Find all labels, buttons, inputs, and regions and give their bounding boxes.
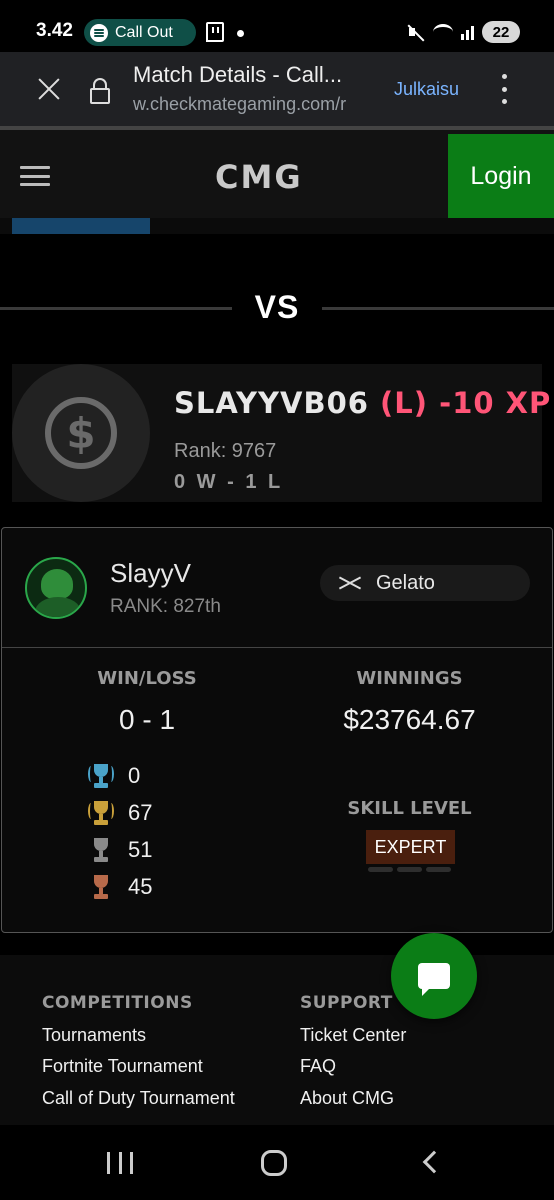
media-pill[interactable]: Call Out [84,19,196,46]
lock-icon[interactable] [89,78,111,104]
footer-link-cod[interactable]: Call of Duty Tournament [42,1088,235,1109]
login-button[interactable]: Login [448,134,554,218]
footer-link-fortnite[interactable]: Fortnite Tournament [42,1056,203,1077]
footer-link-faq[interactable]: FAQ [300,1056,336,1077]
skill-level-bars [368,867,451,872]
chat-icon [418,963,450,996]
opponent-name[interactable]: SLAYYVB06 [174,386,369,420]
recent-apps-icon[interactable] [107,1152,133,1174]
cmg-logo[interactable]: CMG [215,158,303,196]
tab-strip [0,218,554,234]
trophy-row-bronze: 45 [88,873,152,901]
close-icon[interactable] [36,76,62,102]
back-icon[interactable] [422,1150,446,1174]
dollar-coin-icon: $ [45,397,117,469]
gold-trophy-icon [88,799,114,827]
page-title[interactable]: Match Details - Call... [133,62,378,88]
opponent-avatar: $ [12,364,150,502]
opponent-rank: Rank: 9767 [174,440,277,462]
opponent-result: (L) [380,386,429,420]
twitch-icon [206,22,224,42]
winnings-label: WINNINGS [356,668,463,689]
player-rank: RANK: 827th [110,596,221,617]
map-name: Gelato [376,571,435,594]
shuffle-icon [338,575,362,591]
trophy-count: 45 [128,874,153,899]
player-card: SlayyV RANK: 827th Gelato WIN/LOSS 0 - 1… [1,527,553,933]
trophy-count: 67 [128,800,153,825]
player-avatar[interactable] [25,557,87,619]
notification-dot-icon [237,30,244,37]
status-bar: 3.42 Call Out 22 [0,0,554,52]
footer-link-about[interactable]: About CMG [300,1088,394,1109]
mute-icon [407,23,425,41]
player-name[interactable]: SlayyV [110,558,191,589]
active-tab-indicator[interactable] [12,218,150,234]
site-header: CMG Login [0,126,554,218]
winnings-value: $23764.67 [343,704,476,735]
footer-link-tournaments[interactable]: Tournaments [42,1025,146,1046]
trophy-count: 0 [128,763,141,788]
trophy-row-silver: 51 [88,836,152,864]
footer-link-ticket-center[interactable]: Ticket Center [300,1025,406,1046]
media-pill-label: Call Out [115,23,173,41]
bronze-trophy-icon [88,873,114,901]
status-time: 3.42 [36,20,73,41]
trophy-count: 51 [128,837,153,862]
spotify-icon [90,23,108,42]
silver-trophy-icon [88,836,114,864]
status-icons: 22 [407,21,520,43]
opponent-name-line: SLAYYVB06 (L) -10 XP [174,386,551,420]
opponent-record: 0 W - 1 L [174,471,284,493]
more-options-icon[interactable] [501,74,507,104]
win-loss-value: 0 - 1 [118,704,176,735]
publish-button[interactable]: Julkaisu [394,79,459,100]
map-badge: Gelato [320,565,530,601]
battery-icon: 22 [482,21,520,43]
wifi-icon [433,24,453,40]
diamond-trophy-icon [88,762,114,790]
vs-divider-right [322,307,554,310]
signal-icon [461,24,474,40]
skill-level-badge: EXPERT [366,830,455,864]
chat-button[interactable] [391,933,477,1019]
browser-toolbar: Match Details - Call... w.checkmategamin… [0,52,554,126]
home-icon[interactable] [261,1150,287,1176]
win-loss-label: WIN/LOSS [97,668,197,689]
vs-label: VS [232,282,322,332]
player-header: SlayyV RANK: 827th Gelato [2,528,552,648]
footer-support-heading: SUPPORT [300,993,393,1013]
footer-competitions-heading: COMPETITIONS [42,993,193,1013]
vs-divider-left [0,307,232,310]
opponent-card[interactable]: $ SLAYYVB06 (L) -10 XP Rank: 9767 0 W - … [12,364,550,502]
hamburger-menu-icon[interactable] [20,166,50,186]
trophy-row-gold: 67 [88,799,152,827]
skill-level-label: SKILL LEVEL [347,798,472,819]
url-text[interactable]: w.checkmategaming.com/r [133,94,378,115]
trophy-row-diamond: 0 [88,762,140,790]
system-nav-bar [0,1125,554,1200]
opponent-xp: -10 XP [439,386,552,420]
